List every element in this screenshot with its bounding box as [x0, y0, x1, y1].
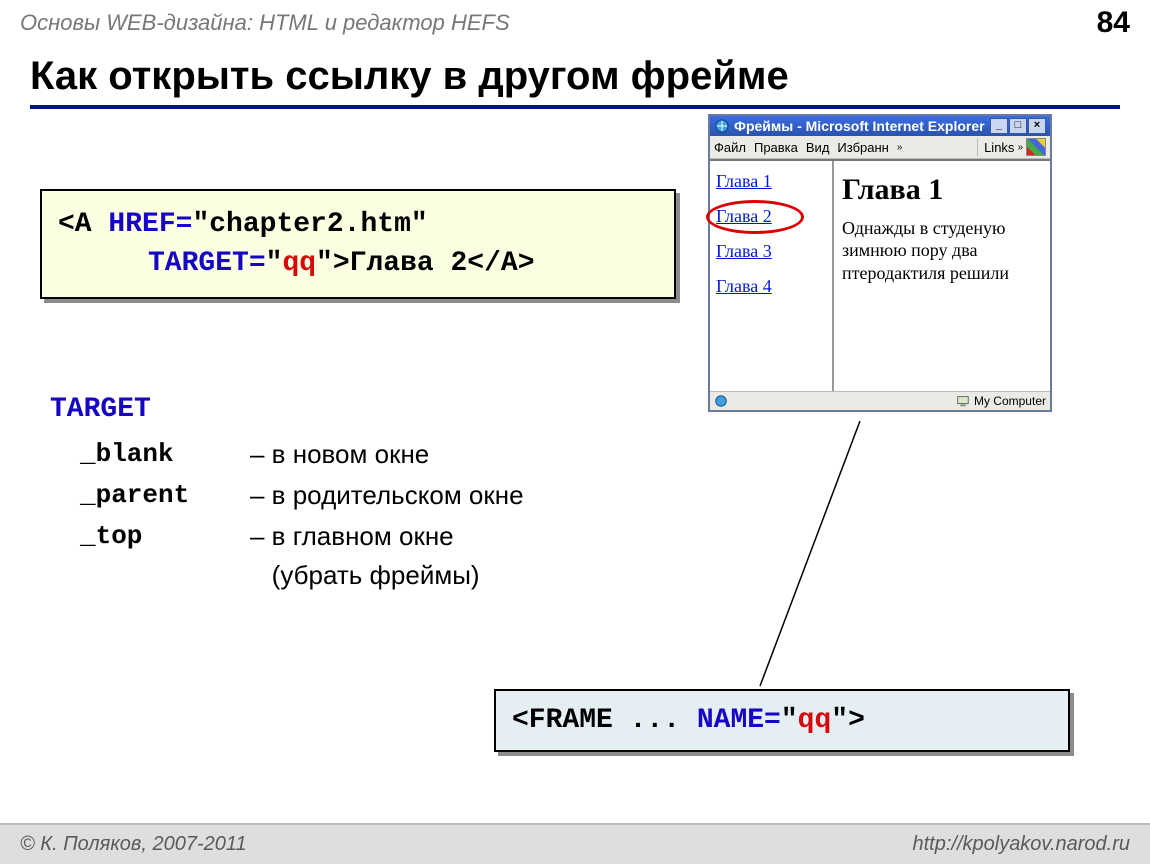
- target-key: _blank: [50, 435, 250, 474]
- target-desc: – в новом окне: [250, 435, 429, 474]
- windows-flag-icon[interactable]: [1026, 138, 1046, 156]
- target-value: qq: [282, 248, 316, 279]
- nav-link-1[interactable]: Глава 1: [716, 171, 826, 192]
- window-title: Фреймы - Microsoft Internet Explorer: [734, 118, 990, 134]
- callout-line: [740, 421, 900, 691]
- code-tag-close: </A>: [467, 248, 534, 279]
- content-heading: Глава 1: [842, 171, 1042, 209]
- frame-close: >: [848, 705, 865, 736]
- target-desc: – в родительском окне: [250, 476, 524, 515]
- name-value: qq: [798, 705, 832, 736]
- page-title: Как открыть ссылку в другом фрейме: [30, 54, 1120, 109]
- links-label[interactable]: Links: [984, 140, 1014, 155]
- menu-edit[interactable]: Правка: [754, 140, 798, 155]
- ie-icon: [714, 394, 728, 408]
- ie-icon: [714, 118, 730, 134]
- nav-link-4[interactable]: Глава 4: [716, 276, 826, 297]
- chevron-icon: »: [897, 142, 903, 153]
- target-desc: – в главном окне (убрать фреймы): [250, 517, 480, 595]
- href-value: "chapter2.htm": [192, 209, 427, 240]
- target-row: _top– в главном окне (убрать фреймы): [50, 517, 524, 595]
- window-titlebar: Фреймы - Microsoft Internet Explorer _ □…: [710, 116, 1050, 136]
- frame-code-example: <FRAME ... NAME="qq">: [494, 689, 1070, 752]
- browser-body: Глава 1 Глава 2 Глава 3 Глава 4 Глава 1 …: [710, 159, 1050, 391]
- code-content: >Глава 2: [333, 248, 467, 279]
- menu-fav[interactable]: Избранн: [837, 140, 888, 155]
- subject-label: Основы WEB-дизайна: HTML и редактор HEFS: [20, 10, 510, 36]
- name-attr: NAME=: [697, 705, 781, 736]
- left-frame: Глава 1 Глава 2 Глава 3 Глава 4: [710, 161, 834, 391]
- slide-header: Основы WEB-дизайна: HTML и редактор HEFS…: [0, 0, 1150, 44]
- menu-view[interactable]: Вид: [806, 140, 830, 155]
- target-attr: TARGET=: [148, 248, 266, 279]
- window-controls: _ □ ×: [990, 118, 1046, 134]
- slide-footer: © К. Поляков, 2007-2011 http://kpolyakov…: [0, 823, 1150, 864]
- right-frame: Глава 1 Однажды в студеную зимнюю пору д…: [834, 161, 1050, 391]
- href-attr: HREF=: [108, 209, 192, 240]
- target-row: _parent– в родительском окне: [50, 476, 524, 515]
- status-bar: My Computer: [710, 391, 1050, 410]
- target-row: _blank– в новом окне: [50, 435, 524, 474]
- chevron-icon: »: [1017, 142, 1023, 153]
- browser-window: Фреймы - Microsoft Internet Explorer _ □…: [708, 114, 1052, 412]
- computer-icon: [956, 394, 970, 408]
- target-key: _top: [50, 517, 250, 556]
- content-text: Однажды в студеную зимнюю пору два птеро…: [842, 217, 1042, 285]
- close-button[interactable]: ×: [1028, 118, 1046, 134]
- page-number: 84: [1097, 6, 1130, 40]
- maximize-button[interactable]: □: [1009, 118, 1027, 134]
- menu-file[interactable]: Файл: [714, 140, 746, 155]
- code-tag-open: <A: [58, 209, 108, 240]
- minimize-button[interactable]: _: [990, 118, 1008, 134]
- code-example: <A HREF="chapter2.htm" TARGET="qq">Глава…: [40, 189, 676, 299]
- frame-open: <FRAME ...: [512, 705, 697, 736]
- copyright: © К. Поляков, 2007-2011: [20, 833, 247, 856]
- nav-link-2[interactable]: Глава 2: [716, 206, 826, 227]
- site-url: http://kpolyakov.narod.ru: [912, 833, 1130, 856]
- target-key: _parent: [50, 476, 250, 515]
- browser-menu: Файл Правка Вид Избранн » Links »: [710, 136, 1050, 159]
- nav-link-3[interactable]: Глава 3: [716, 241, 826, 262]
- target-explanation: TARGET _blank– в новом окне_parent– в ро…: [50, 389, 524, 597]
- target-heading: TARGET: [50, 389, 524, 431]
- status-text: My Computer: [974, 394, 1046, 408]
